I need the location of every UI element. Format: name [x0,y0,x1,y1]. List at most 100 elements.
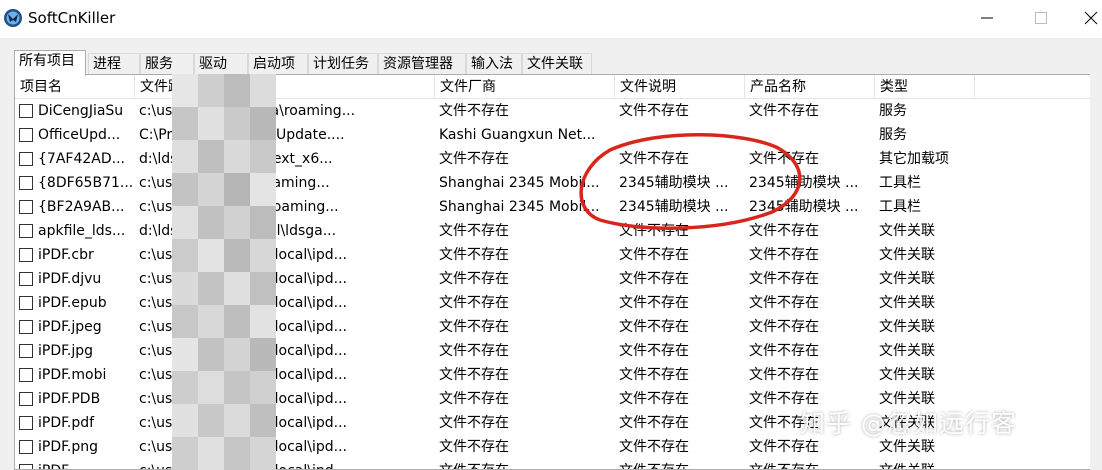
cell-vendor: 文件不存在 [439,439,509,455]
cell-vendor: Shanghai 2345 Mobil... [439,199,600,215]
cell-vendor: 文件不存在 [439,415,509,431]
table-row[interactable]: {7AF42AD... d:\lds r\plugin\shellext_x6.… [15,147,1102,171]
table-row[interactable]: {8DF65B71... c:\user \appdata\roaming...… [15,171,1102,195]
row-checkbox[interactable] [19,200,33,214]
tab-startup[interactable]: 启动项 [248,53,308,75]
table-row[interactable]: iPDF.epub c:\users 0\appdata\local\ipd..… [15,291,1102,315]
table-row[interactable]: iPDF.djvu c:\users 0\appdata\local\ipd..… [15,267,1102,291]
cell-type: 服务 [879,103,907,119]
tab-input-method[interactable]: 输入法 [466,53,522,75]
cell-vendor: 文件不存在 [439,319,509,335]
column-header-vendor[interactable]: 文件厂商 [435,75,615,99]
row-checkbox[interactable] [19,344,33,358]
cell-path: c:\users 0\appdata\local\ipd... [139,367,347,383]
row-checkbox[interactable] [19,128,33,142]
cell-path: c:\user 0\appdata\roaming... [139,199,339,215]
cell-vendor: 文件不存在 [439,271,509,287]
cell-description: 文件不存在 [619,439,689,455]
table-row[interactable]: iPDF.cbr c:\users 0\appdata\local\ipd...… [15,243,1102,267]
row-checkbox[interactable] [19,416,33,430]
cell-path: c:\users 0\appdata\local\ipd... [139,271,347,287]
cell-path: c:\users\00\appdata\roaming... [139,103,356,119]
row-checkbox[interactable] [19,272,33,286]
window-title: SoftCnKiller [28,9,116,27]
cell-name: iPDF.cbr [38,247,94,263]
row-checkbox[interactable] [19,440,33,454]
cell-path: c:\users 0\appdata\local\ipd... [139,343,347,359]
tab-scheduled-tasks[interactable]: 计划任务 [308,53,378,75]
cell-product [749,123,869,147]
cell-product: 2345辅助模块 ... [749,199,859,215]
column-header-description[interactable]: 文件说明 [615,75,745,99]
cell-description: 文件不存在 [619,343,689,359]
column-header-name[interactable]: 项目名 [15,75,135,99]
close-icon[interactable] [1078,6,1102,30]
cell-type: 文件关联 [879,367,935,383]
row-checkbox[interactable] [19,248,33,262]
cell-type: 工具栏 [879,175,921,191]
cell-description: 文件不存在 [619,415,689,431]
cell-type: 文件关联 [879,319,935,335]
cell-vendor: 文件不存在 [439,295,509,311]
vertical-scrollbar[interactable] [1090,74,1102,470]
table-row[interactable]: apkfile_lds... d:\ldsg \ldsgamehall\ldsg… [15,219,1102,243]
zhihu-watermark: 知乎 @忽如远行客 [800,409,1017,438]
row-checkbox[interactable] [19,320,33,334]
table-row[interactable]: iPDF.jpg c:\users 0\appdata\local\ipd...… [15,339,1102,363]
cell-description: 文件不存在 [619,247,689,263]
column-header-type[interactable]: 类型 [875,75,975,99]
cell-type: 文件关联 [879,343,935,359]
cell-vendor: 文件不存在 [439,151,509,167]
cell-name: apkfile_lds... [38,223,126,239]
tab-services[interactable]: 服务 [140,53,194,75]
column-header-path[interactable]: 文件路径 [135,75,435,99]
row-checkbox[interactable] [19,368,33,382]
tab-drivers[interactable]: 驱动 [194,53,248,75]
tab-all-items[interactable]: 所有项目 [14,50,86,76]
table-row[interactable]: iPDF... c:\users 0\appdata\local\ipd... … [15,459,1102,469]
table-row[interactable]: OfficeUpd... C:\Pro \Office\OfficeUpdate… [15,123,1102,147]
cell-type: 其它加载项 [879,151,949,167]
row-checkbox[interactable] [19,464,33,469]
tab-explorer[interactable]: 资源管理器 [378,53,466,75]
cell-name: OfficeUpd... [38,127,121,143]
cell-vendor: 文件不存在 [439,391,509,407]
row-checkbox[interactable] [19,224,33,238]
column-header-product[interactable]: 产品名称 [745,75,875,99]
minimize-icon[interactable] [974,6,1000,30]
cell-path: c:\users 0\appdata\local\ipd... [139,295,347,311]
cell-name: {BF2A9AB... [38,199,125,215]
cell-type: 文件关联 [879,271,935,287]
cell-type: 服务 [879,127,907,143]
row-checkbox[interactable] [19,296,33,310]
cell-description: 文件不存在 [619,151,689,167]
cell-type: 文件关联 [879,247,935,263]
table-row[interactable]: DiCengJiaSu c:\users\00\appdata\roaming.… [15,99,1102,123]
tab-file-association[interactable]: 文件关联 [522,53,592,75]
cell-description: 文件不存在 [619,319,689,335]
cell-description: 2345辅助模块 ... [619,199,729,215]
cell-type: 文件关联 [879,295,935,311]
cell-description: 文件不存在 [619,295,689,311]
table-row[interactable]: iPDF.mobi c:\users 0\appdata\local\ipd..… [15,363,1102,387]
row-checkbox[interactable] [19,176,33,190]
cell-name: iPDF.jpeg [38,319,102,335]
cell-vendor: 文件不存在 [439,367,509,383]
cell-product: 文件不存在 [749,319,819,335]
row-checkbox[interactable] [19,392,33,406]
cell-vendor: 文件不存在 [439,459,607,469]
softcnkiller-window: SoftCnKiller 所有项目 进程 服务 驱动 启动项 计划任务 资源管理… [0,0,1102,470]
row-checkbox[interactable] [19,104,33,118]
cell-description [619,123,739,147]
tab-strip: 所有项目 进程 服务 驱动 启动项 计划任务 资源管理器 输入法 文件关联 [14,50,1094,76]
title-bar[interactable]: SoftCnKiller [0,0,1102,38]
table-row[interactable]: {BF2A9AB... c:\user 0\appdata\roaming...… [15,195,1102,219]
cell-path: c:\user \appdata\roaming... [139,175,330,191]
table-row[interactable]: iPDF.jpeg c:\users 0\appdata\local\ipd..… [15,315,1102,339]
cell-product: 文件不存在 [749,367,819,383]
cell-product: 文件不存在 [749,223,819,239]
maximize-icon[interactable] [1028,6,1054,30]
cell-description: 2345辅助模块 ... [619,175,729,191]
tab-processes[interactable]: 进程 [88,53,140,75]
row-checkbox[interactable] [19,152,33,166]
